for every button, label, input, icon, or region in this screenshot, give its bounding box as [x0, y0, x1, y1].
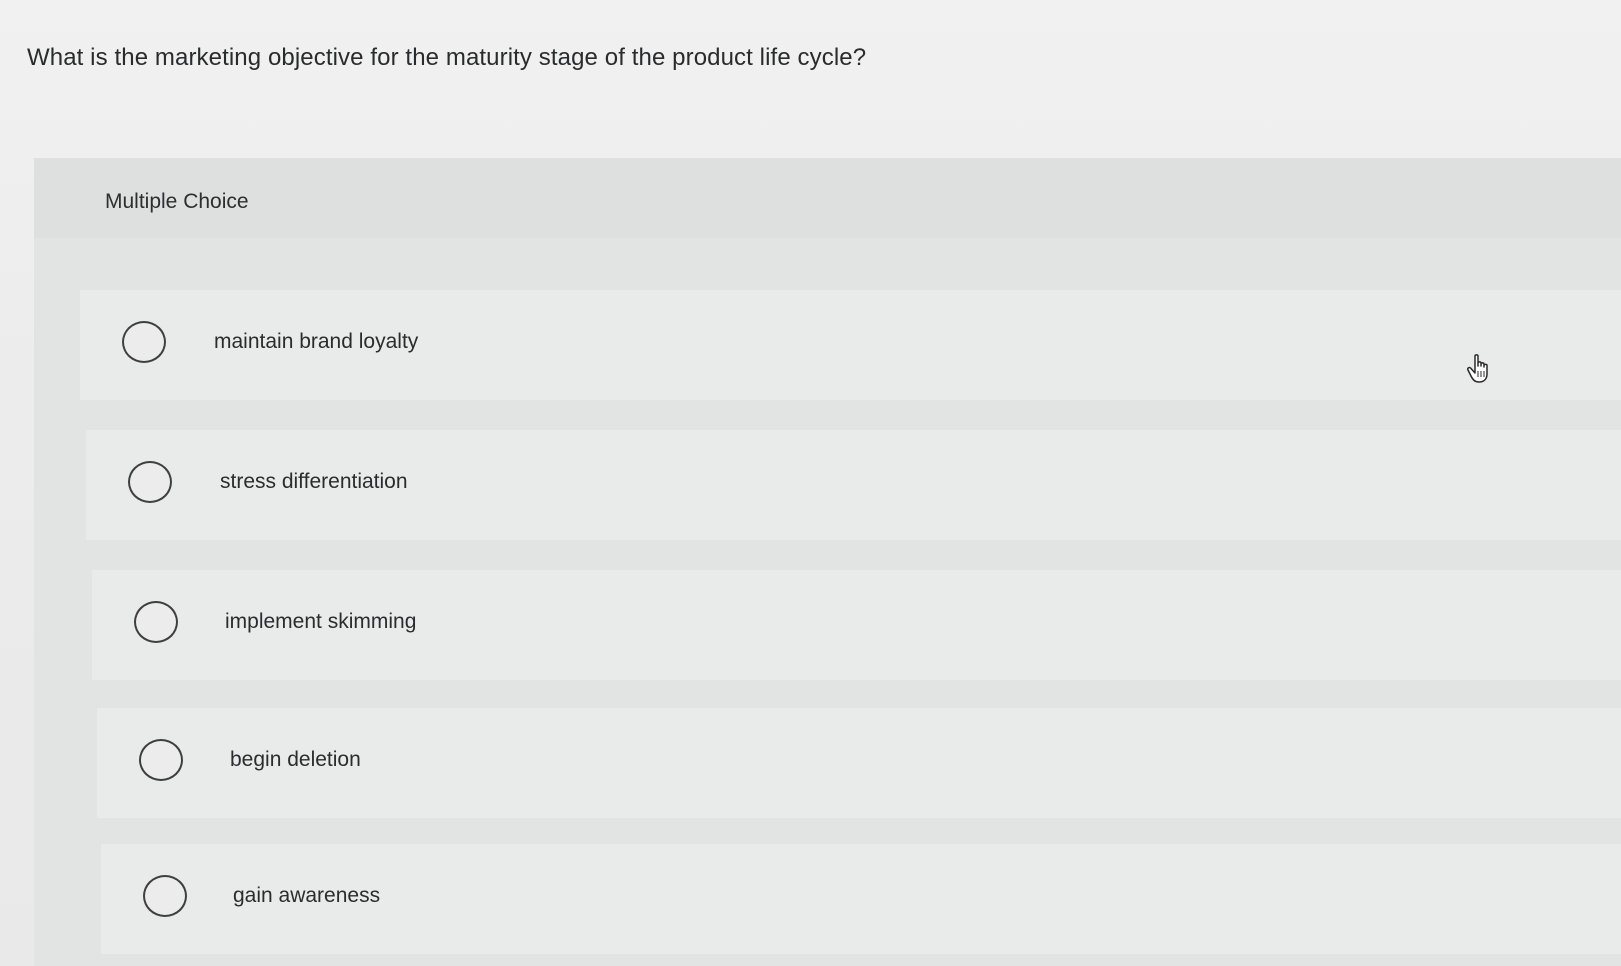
- quiz-page: What is the marketing objective for the …: [0, 0, 1621, 966]
- radio-button[interactable]: [122, 321, 166, 363]
- option-stress-differentiation[interactable]: stress differentiation: [86, 430, 1621, 540]
- option-gain-awareness[interactable]: gain awareness: [101, 844, 1621, 954]
- radio-button[interactable]: [143, 875, 187, 917]
- radio-button[interactable]: [134, 601, 178, 643]
- hand-pointer-icon: [1467, 354, 1495, 384]
- option-label: maintain brand loyalty: [214, 330, 419, 353]
- option-label: gain awareness: [233, 884, 381, 907]
- radio-button[interactable]: [139, 739, 183, 781]
- option-label: begin deletion: [230, 748, 361, 771]
- option-maintain-brand-loyalty[interactable]: maintain brand loyalty: [80, 290, 1621, 400]
- radio-button[interactable]: [128, 461, 172, 503]
- question-text: What is the marketing objective for the …: [27, 44, 867, 71]
- question-type-label: Multiple Choice: [105, 190, 249, 213]
- option-label: implement skimming: [225, 610, 417, 633]
- panel-header: Multiple Choice: [34, 158, 1621, 238]
- option-implement-skimming[interactable]: implement skimming: [92, 570, 1621, 680]
- option-label: stress differentiation: [220, 470, 408, 493]
- option-begin-deletion[interactable]: begin deletion: [97, 708, 1621, 818]
